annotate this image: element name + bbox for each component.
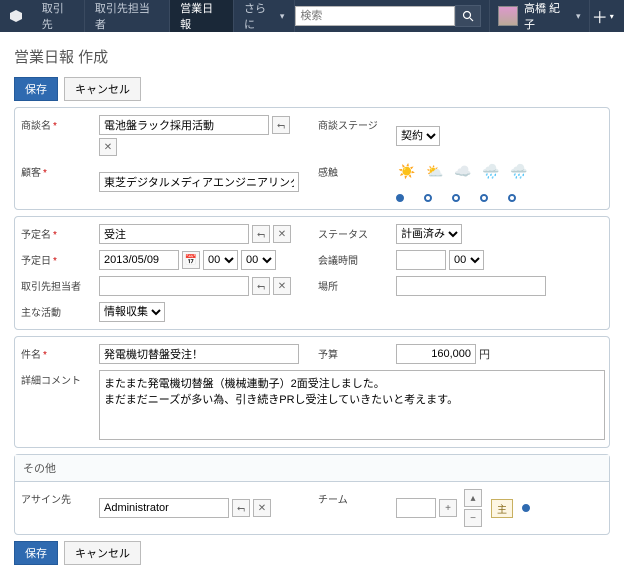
search-button[interactable] — [455, 5, 481, 27]
clear-icon[interactable]: ✕ — [273, 225, 291, 243]
label-assign: アサイン先 — [15, 486, 95, 530]
username: 高橋 紀子 — [524, 0, 570, 32]
page-title: 営業日報 作成 — [14, 46, 610, 67]
radio-rain[interactable] — [480, 194, 488, 202]
weather-sunny-icon[interactable]: ☀️ — [396, 162, 418, 180]
lookup-icon[interactable]: ⮢ — [252, 225, 270, 243]
label-comment: 詳細コメント — [15, 367, 95, 443]
meeting-hour-select[interactable]: 00 — [449, 250, 484, 270]
label-negotiation-name: 商談名* — [15, 112, 95, 159]
global-search — [295, 5, 481, 27]
subject-input[interactable] — [99, 344, 299, 364]
chevron-down-icon: ▾ — [610, 12, 614, 21]
panel-other: その他 アサイン先 ⮢ ✕ チーム + — [14, 454, 610, 535]
radio-storm[interactable] — [508, 194, 516, 202]
label-meeting-time: 会議時間 — [312, 247, 392, 273]
chevron-down-icon: ▾ — [576, 11, 581, 22]
user-menu[interactable]: 高橋 紀子 ▾ — [489, 0, 588, 32]
team-remove-icon[interactable]: − — [464, 509, 482, 527]
plan-name-input[interactable] — [99, 224, 249, 244]
comment-textarea[interactable]: またまた発電機切替盤（機械連動子）2面受注しました。 まだまだニーズが多い為、引… — [99, 370, 605, 440]
team-up-icon[interactable]: ▴ — [464, 489, 482, 507]
lookup-icon[interactable]: ⮢ — [232, 499, 250, 517]
assign-input[interactable] — [99, 498, 229, 518]
radio-sunny[interactable] — [396, 194, 404, 202]
weather-partly-icon[interactable]: ⛅ — [424, 162, 446, 180]
radio-cloudy[interactable] — [452, 194, 460, 202]
tab-more-label: さらに — [244, 0, 276, 32]
tab-sales-report[interactable]: 営業日報 — [170, 0, 234, 32]
label-budget: 予算 — [312, 341, 392, 367]
cancel-button-bottom[interactable]: キャンセル — [64, 541, 141, 565]
weather-cloudy-icon[interactable]: ☁️ — [452, 162, 474, 180]
tab-more[interactable]: さらに ▾ — [234, 0, 295, 32]
main-badge: 主 — [491, 499, 513, 518]
label-place: 場所 — [312, 273, 392, 299]
place-input[interactable] — [396, 276, 546, 296]
search-input[interactable] — [295, 6, 455, 26]
plus-icon: ＋ — [592, 4, 608, 28]
tab-accounts[interactable]: 取引先 — [32, 0, 85, 32]
clear-icon[interactable]: ✕ — [99, 138, 117, 156]
meeting-time-input[interactable] — [396, 250, 446, 270]
label-customer: 顧客* — [15, 159, 95, 205]
cancel-button[interactable]: キャンセル — [64, 77, 141, 101]
app-logo-icon — [8, 8, 24, 24]
save-button[interactable]: 保存 — [14, 77, 58, 101]
avatar — [498, 6, 518, 26]
label-status: ステータス — [312, 221, 392, 247]
other-header: その他 — [15, 455, 609, 482]
search-icon — [462, 10, 474, 22]
minute-select[interactable]: 00 — [241, 250, 276, 270]
hour-select[interactable]: 00 — [203, 250, 238, 270]
budget-input[interactable] — [396, 344, 476, 364]
tab-contacts[interactable]: 取引先担当者 — [85, 0, 170, 32]
clear-icon[interactable]: ✕ — [253, 499, 271, 517]
lookup-icon[interactable]: ⮢ — [272, 116, 290, 134]
panel-detail: 件名* 予算 円 詳細コメント またまた発電機切替盤（機械連動子）2面受注しまし… — [14, 336, 610, 448]
main-activity-select[interactable]: 情報収集 — [99, 302, 165, 322]
contact-input[interactable] — [99, 276, 249, 296]
label-main-activity: 主な活動 — [15, 299, 95, 325]
stage-select[interactable]: 契約 — [396, 126, 440, 146]
radio-main[interactable] — [522, 504, 530, 512]
label-team: チーム — [312, 486, 392, 530]
label-plan-name: 予定名* — [15, 221, 95, 247]
negotiation-name-input[interactable] — [99, 115, 269, 135]
team-add-icon[interactable]: + — [439, 499, 457, 517]
panel-schedule: 予定名* ⮢ ✕ ステータス 計画済み 予定日* 📅 00 00 — [14, 216, 610, 330]
lookup-icon[interactable]: ⮢ — [252, 277, 270, 295]
nav-tabs: 取引先 取引先担当者 営業日報 さらに ▾ — [32, 0, 296, 32]
team-box[interactable] — [396, 498, 436, 518]
status-select[interactable]: 計画済み — [396, 224, 462, 244]
yen-label: 円 — [479, 346, 490, 362]
create-button[interactable]: ＋ ▾ — [589, 0, 617, 32]
feeling-options: ☀️ ⛅ ☁️ 🌧️ 🌧️ — [392, 159, 609, 205]
weather-rain-icon[interactable]: 🌧️ — [480, 162, 502, 180]
weather-storm-icon[interactable]: 🌧️ — [508, 162, 530, 180]
calendar-icon[interactable]: 📅 — [182, 251, 200, 269]
customer-input[interactable] — [99, 172, 299, 192]
clear-icon[interactable]: ✕ — [273, 277, 291, 295]
panel-opportunity: 商談名* ⮢ ✕ 商談ステージ 契約 顧客* 感触 ☀️ — [14, 107, 610, 210]
label-subject: 件名* — [15, 341, 95, 367]
label-stage: 商談ステージ — [312, 112, 392, 159]
label-feeling: 感触 — [312, 159, 392, 205]
chevron-down-icon: ▾ — [280, 11, 285, 22]
topbar: 取引先 取引先担当者 営業日報 さらに ▾ 高橋 紀子 ▾ ＋ ▾ — [0, 0, 624, 32]
plan-date-input[interactable] — [99, 250, 179, 270]
radio-partly[interactable] — [424, 194, 432, 202]
label-contact: 取引先担当者 — [15, 273, 95, 299]
save-button-bottom[interactable]: 保存 — [14, 541, 58, 565]
label-plan-date: 予定日* — [15, 247, 95, 273]
